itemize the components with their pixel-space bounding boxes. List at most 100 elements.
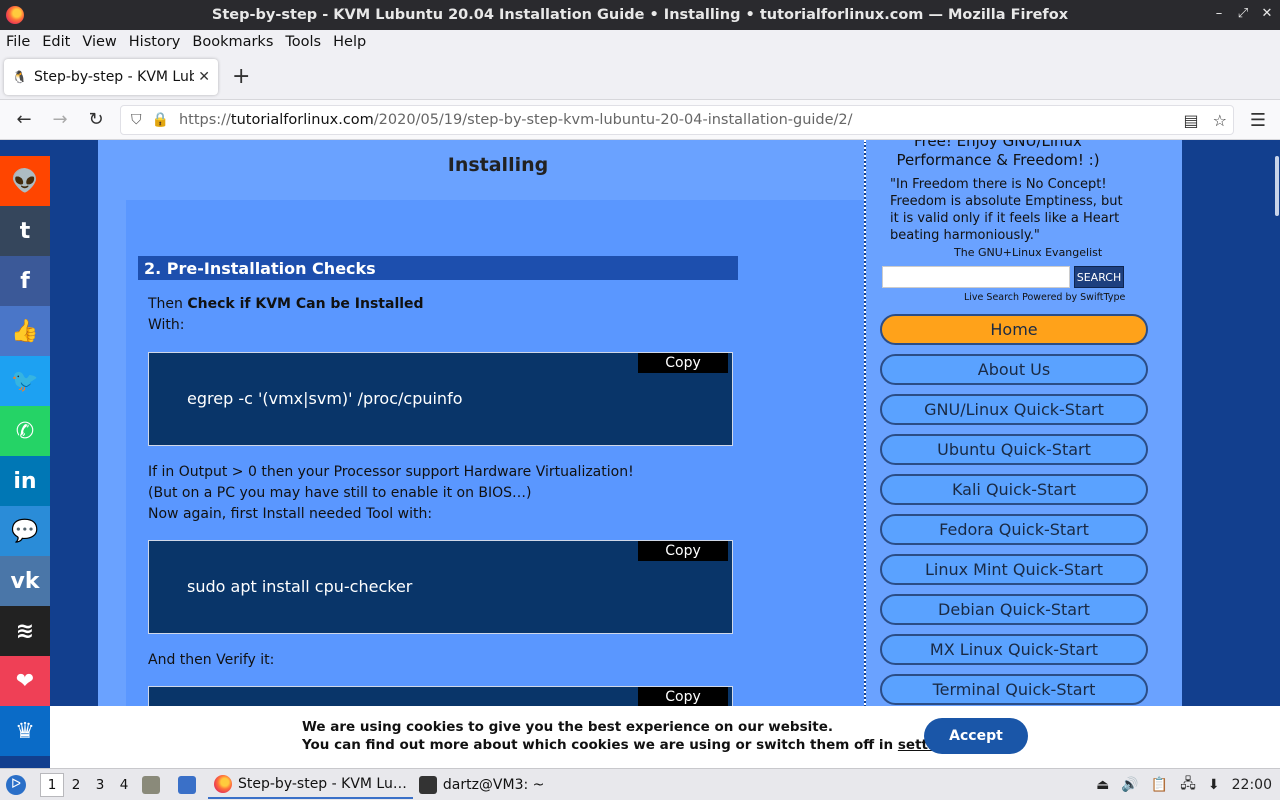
tracking-shield-icon[interactable]: ⛉ xyxy=(131,112,142,128)
menu-file[interactable]: File xyxy=(0,34,36,50)
firefox-icon xyxy=(6,6,24,24)
tumblr-share-icon[interactable]: t xyxy=(0,206,50,256)
url-text[interactable]: https://tutorialforlinux.com/2020/05/19/… xyxy=(179,112,853,128)
sidebar-search-input[interactable] xyxy=(882,266,1070,288)
code-text: sudo apt install cpu-checker xyxy=(187,577,413,596)
copy-button[interactable]: Copy xyxy=(638,541,728,561)
clock[interactable]: 22:00 xyxy=(1232,777,1272,793)
taskbar-firefox[interactable]: Step-by-step - KVM Lu… xyxy=(208,771,413,799)
whatsapp-share-icon[interactable]: ✆ xyxy=(0,406,50,456)
paragraph-verify: And then Verify it: xyxy=(148,652,275,668)
nav-linux-mint-quick-start[interactable]: Linux Mint Quick-Start xyxy=(880,554,1148,585)
paragraph-check: Then Check if KVM Can be Installed xyxy=(148,294,424,315)
nav-about-us[interactable]: About Us xyxy=(880,354,1148,385)
firefox-icon xyxy=(214,774,232,793)
linkedin-share-icon[interactable]: in xyxy=(0,456,50,506)
sms-share-icon[interactable]: 💬 xyxy=(0,506,50,556)
start-menu-icon[interactable]: ᐅ xyxy=(6,774,26,795)
tab-active[interactable]: 🐧 Step-by-step - KVM Lubun ✕ xyxy=(4,58,218,95)
nav-debian-quick-start[interactable]: Debian Quick-Start xyxy=(880,594,1148,625)
eject-icon[interactable]: ⏏ xyxy=(1096,777,1109,793)
nav-mx-linux-quick-start[interactable]: MX Linux Quick-Start xyxy=(880,634,1148,665)
twitter-share-icon[interactable]: 🐦 xyxy=(0,356,50,406)
volume-icon[interactable]: 🔊 xyxy=(1121,777,1138,793)
sidebar-search-button[interactable]: SEARCH xyxy=(1074,266,1124,288)
taskbar-terminal[interactable]: dartz@VM3: ~ xyxy=(413,771,551,799)
url-domain: tutorialforlinux.com xyxy=(230,112,374,128)
clipboard-icon[interactable]: 📋 xyxy=(1151,777,1168,793)
taskbar: ᐅ 1 2 3 4 Step-by-step - KVM Lu… dartz@V… xyxy=(0,768,1280,800)
code-text: egrep -c '(vmx|svm)' /proc/cpuinfo xyxy=(187,389,463,408)
web-page: Installing 2. Pre-Installation Checks Th… xyxy=(0,140,1280,768)
search-powered-by: Live Search Powered by SwiftType xyxy=(964,292,1126,303)
nav-gnu-linux-quick-start[interactable]: GNU/Linux Quick-Start xyxy=(880,394,1148,425)
text-then: Then xyxy=(148,296,188,312)
menu-help[interactable]: Help xyxy=(327,34,372,50)
window-controls: – ⤢ ✕ xyxy=(1212,6,1274,21)
back-button[interactable]: ← xyxy=(6,109,42,130)
menu-view[interactable]: View xyxy=(76,34,122,50)
reddit-share-icon[interactable]: 👽 xyxy=(0,156,50,206)
copy-button[interactable]: Copy xyxy=(638,353,728,373)
cookie-line-2-text: You can find out more about which cookie… xyxy=(302,737,898,753)
nav-home[interactable]: Home xyxy=(880,314,1148,345)
facebook-share-icon[interactable]: f xyxy=(0,256,50,306)
file-manager-icon xyxy=(142,775,160,794)
minimize-button[interactable]: – xyxy=(1212,6,1226,21)
bookmark-star-icon[interactable]: ☆ xyxy=(1213,111,1227,130)
maximize-button[interactable]: ⤢ xyxy=(1236,6,1250,21)
nav-fedora-quick-start[interactable]: Fedora Quick-Start xyxy=(880,514,1148,545)
url-bar[interactable]: ⛉ 🔒 https://tutorialforlinux.com/2020/05… xyxy=(120,105,1234,135)
menu-bookmarks[interactable]: Bookmarks xyxy=(186,34,279,50)
url-scheme: https:// xyxy=(178,112,231,128)
network-icon[interactable]: 🖧 xyxy=(1180,773,1196,797)
forward-button[interactable]: → xyxy=(42,109,78,130)
menu-bar: File Edit View History Bookmarks Tools H… xyxy=(0,30,1280,54)
page-title: Installing xyxy=(447,154,549,176)
workspace-2[interactable]: 2 xyxy=(64,777,88,793)
terminal-icon xyxy=(418,775,437,794)
like-share-icon[interactable]: 👍 xyxy=(0,306,50,356)
cookie-message: We are using cookies to give you the bes… xyxy=(302,718,965,754)
reader-view-icon[interactable]: ▤ xyxy=(1184,111,1199,130)
paragraph-output-2: (But on a PC you may have still to enabl… xyxy=(148,485,532,501)
sumo-share-icon[interactable]: ♛ xyxy=(0,706,50,756)
cookie-line-1: We are using cookies to give you the bes… xyxy=(302,719,833,735)
page-scrollbar[interactable] xyxy=(1275,156,1279,216)
pocket-share-icon[interactable]: ❤ xyxy=(0,656,50,706)
paragraph-with: With: xyxy=(148,317,185,333)
reload-button[interactable]: ↻ xyxy=(78,109,114,130)
system-tray: ⏏ 🔊 📋 🖧 ⬇ 22:00 xyxy=(1096,769,1280,800)
cookie-accept-button[interactable]: Accept xyxy=(924,718,1028,754)
close-button[interactable]: ✕ xyxy=(1260,6,1274,21)
buffer-share-icon[interactable]: ≋ xyxy=(0,606,50,656)
menu-history[interactable]: History xyxy=(123,34,187,50)
workspace-4[interactable]: 4 xyxy=(112,777,136,793)
paragraph-output-1: If in Output > 0 then your Processor sup… xyxy=(148,464,634,480)
window-title: Step-by-step - KVM Lubuntu 20.04 Install… xyxy=(211,7,1069,23)
nav-terminal-quick-start[interactable]: Terminal Quick-Start xyxy=(880,674,1148,705)
nav-kali-quick-start[interactable]: Kali Quick-Start xyxy=(880,474,1148,505)
show-desktop-launcher[interactable] xyxy=(172,771,208,799)
workspace-3[interactable]: 3 xyxy=(88,777,112,793)
file-manager-launcher[interactable] xyxy=(136,771,172,799)
lock-icon[interactable]: 🔒 xyxy=(152,112,169,128)
cookie-banner: We are using cookies to give you the bes… xyxy=(50,706,1280,768)
tab-bar: 🐧 Step-by-step - KVM Lubun ✕ + xyxy=(0,54,1280,100)
tagline-line-1: Free! Enjoy GNU/Linux xyxy=(914,140,1082,150)
hamburger-menu-icon[interactable]: ☰ xyxy=(1250,110,1266,131)
vk-share-icon[interactable]: vk xyxy=(0,556,50,606)
update-icon[interactable]: ⬇ xyxy=(1208,777,1220,793)
tab-close-icon[interactable]: ✕ xyxy=(198,69,210,85)
window-titlebar: Step-by-step - KVM Lubuntu 20.04 Install… xyxy=(0,0,1280,30)
section-heading: 2. Pre-Installation Checks xyxy=(138,256,738,280)
taskbar-firefox-label: Step-by-step - KVM Lu… xyxy=(238,775,407,792)
copy-button[interactable]: Copy xyxy=(638,687,728,707)
menu-tools[interactable]: Tools xyxy=(279,34,327,50)
nav-ubuntu-quick-start[interactable]: Ubuntu Quick-Start xyxy=(880,434,1148,465)
sidebar: Free! Enjoy GNU/Linux Performance & Free… xyxy=(866,140,1182,768)
new-tab-button[interactable]: + xyxy=(232,64,250,89)
menu-edit[interactable]: Edit xyxy=(36,34,76,50)
main-content: Installing 2. Pre-Installation Checks Th… xyxy=(98,140,864,768)
workspace-1[interactable]: 1 xyxy=(40,772,64,797)
